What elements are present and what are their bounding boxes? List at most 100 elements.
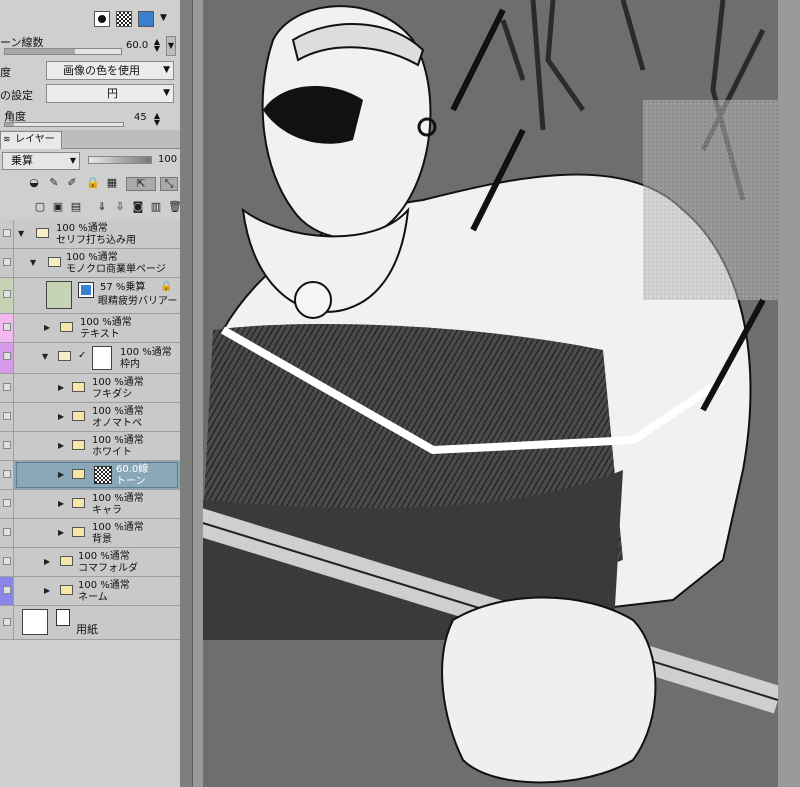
merge-down-icon[interactable]: ⇩ bbox=[114, 201, 126, 213]
mask-add-icon[interactable]: ◙ bbox=[132, 201, 144, 213]
layer-name: ホワイト bbox=[92, 447, 132, 458]
layer-thumbnail bbox=[46, 281, 72, 309]
layer-list: ▼ 100 %通常 セリフ打ち込み用 ▼ 100 %通常 モノクロ商業単ページ … bbox=[0, 220, 180, 640]
layer-row[interactable]: ▼ 100 %通常 セリフ打ち込み用 bbox=[0, 220, 180, 249]
chevron-down-icon: ▼ bbox=[69, 156, 76, 165]
blend-mode-select[interactable]: 乗算 ▼ bbox=[2, 152, 80, 170]
folder-icon bbox=[72, 498, 85, 508]
visibility-toggle[interactable] bbox=[0, 461, 14, 489]
layer-name: ネーム bbox=[78, 592, 108, 603]
angle-value[interactable]: 45 bbox=[134, 112, 147, 123]
draft-icon[interactable]: ✐ bbox=[66, 177, 78, 189]
expand-icon[interactable]: ▶ bbox=[44, 557, 50, 566]
checker-icon[interactable] bbox=[116, 11, 132, 27]
layer-row[interactable]: ▶ 60.0線 トーン bbox=[0, 461, 180, 490]
color-square-icon[interactable] bbox=[138, 11, 154, 27]
layer-row[interactable]: ▼ ✓ 100 %通常 枠内 bbox=[0, 343, 180, 374]
trash-icon[interactable]: 🗑 bbox=[168, 201, 182, 213]
tab-layer[interactable]: ≋ レイヤー bbox=[0, 131, 62, 149]
density-select[interactable]: 画像の色を使用 ▼ bbox=[46, 61, 174, 80]
visibility-toggle[interactable] bbox=[0, 220, 14, 248]
expand-icon[interactable]: ▶ bbox=[44, 323, 50, 332]
visibility-toggle[interactable] bbox=[0, 278, 14, 313]
visibility-toggle[interactable] bbox=[0, 343, 14, 373]
layer-mode: 100 %通常 bbox=[92, 522, 144, 533]
layer-mode: 100 %通常 bbox=[120, 347, 172, 358]
layer-thumbnail bbox=[22, 609, 48, 635]
lock-transparency-icon[interactable]: ▦ bbox=[106, 177, 118, 189]
mask-apply-icon[interactable]: ▥ bbox=[150, 201, 162, 213]
expand-icon[interactable]: ▶ bbox=[58, 412, 64, 421]
stepper-icon[interactable]: ▲ ▼ bbox=[154, 38, 160, 53]
folder-icon bbox=[60, 322, 73, 332]
visibility-toggle[interactable] bbox=[0, 577, 14, 605]
expand-icon[interactable]: ▶ bbox=[58, 470, 64, 479]
folder-icon bbox=[72, 382, 85, 392]
layer-row[interactable]: 用紙 bbox=[0, 606, 180, 640]
layer-name: 背景 bbox=[92, 534, 112, 545]
layer-action-toolbar: ▢ ▣ ▤ ⇓ ⇩ ◙ ▥ 🗑 bbox=[0, 196, 182, 218]
layer-row[interactable]: ▶ 100 %通常 テキスト bbox=[0, 314, 180, 343]
expand-icon[interactable]: ▶ bbox=[58, 528, 64, 537]
visibility-toggle[interactable] bbox=[0, 314, 14, 342]
visibility-toggle[interactable] bbox=[0, 249, 14, 277]
layer-name: キャラ bbox=[92, 505, 122, 516]
chevron-down-icon[interactable]: ▼ bbox=[166, 36, 176, 56]
opacity-slider[interactable] bbox=[88, 156, 152, 164]
layer-name: セリフ打ち込み用 bbox=[56, 235, 136, 246]
new-vector-layer-icon[interactable]: ▣ bbox=[52, 201, 64, 213]
layer-row[interactable]: ▶ 100 %通常 ネーム bbox=[0, 577, 180, 606]
tone-density-slider[interactable] bbox=[4, 48, 122, 55]
density-label: 度 bbox=[0, 66, 11, 79]
new-folder-icon[interactable]: ▤ bbox=[70, 201, 82, 213]
lock-icon[interactable]: 🔒 bbox=[86, 177, 100, 189]
visibility-toggle[interactable] bbox=[0, 432, 14, 460]
visibility-toggle[interactable] bbox=[0, 403, 14, 431]
visibility-toggle[interactable] bbox=[0, 548, 14, 576]
expand-icon[interactable]: ▶ bbox=[44, 586, 50, 595]
collapse-icon[interactable]: ▼ bbox=[18, 229, 24, 238]
collapse-icon[interactable]: ▼ bbox=[42, 352, 48, 361]
dot-icon[interactable] bbox=[94, 11, 110, 27]
opacity-value[interactable]: 100 bbox=[158, 154, 177, 165]
ruler-icon[interactable]: ⤡ bbox=[160, 177, 178, 191]
transfer-down-icon[interactable]: ⇓ bbox=[96, 201, 108, 213]
visibility-toggle[interactable] bbox=[0, 490, 14, 518]
stepper-icon[interactable]: ▲ ▼ bbox=[154, 112, 160, 127]
clip-icon[interactable]: ⇱ bbox=[126, 177, 156, 191]
layer-row[interactable]: ▼ 100 %通常 モノクロ商業単ページ bbox=[0, 249, 180, 278]
layer-row[interactable]: ▶ 100 %通常 コマフォルダ bbox=[0, 548, 180, 577]
layer-row[interactable]: ▶ 100 %通常 キャラ bbox=[0, 490, 180, 519]
visibility-toggle[interactable] bbox=[0, 374, 14, 402]
chevron-down-icon[interactable]: ▼ bbox=[160, 13, 167, 23]
reference-icon[interactable]: ✎ bbox=[48, 177, 60, 189]
layer-mode: 100 %通常 bbox=[80, 317, 132, 328]
folder-icon bbox=[60, 585, 73, 595]
visibility-toggle[interactable] bbox=[0, 519, 14, 547]
mask-icon[interactable]: ◒ bbox=[28, 177, 40, 189]
tab-layer-label: レイヤー bbox=[15, 134, 55, 145]
layer-row[interactable]: ▶ 100 %通常 ホワイト bbox=[0, 432, 180, 461]
layer-name: トーン bbox=[116, 476, 146, 487]
layer-row[interactable]: 57 %乗算 眼精疲労バリアー 🔒 bbox=[0, 278, 180, 314]
expand-icon[interactable]: ▶ bbox=[58, 383, 64, 392]
folder-icon bbox=[72, 527, 85, 537]
angle-slider[interactable] bbox=[4, 122, 124, 127]
layer-row[interactable]: ▶ 100 %通常 オノマトペ bbox=[0, 403, 180, 432]
expand-icon[interactable]: ▶ bbox=[58, 499, 64, 508]
folder-icon bbox=[60, 556, 73, 566]
density-row: 度 画像の色を使用 ▼ bbox=[0, 60, 180, 82]
expand-icon[interactable]: ▶ bbox=[58, 441, 64, 450]
layer-name: フキダシ bbox=[92, 389, 133, 400]
canvas-area[interactable] bbox=[193, 0, 800, 787]
tone-density-value[interactable]: 60.0 bbox=[126, 40, 148, 51]
visibility-toggle[interactable] bbox=[0, 606, 14, 639]
layer-panel-scrollbar[interactable] bbox=[180, 0, 192, 787]
layer-row[interactable]: ▶ 100 %通常 背景 bbox=[0, 519, 180, 548]
chevron-down-icon: ▼ bbox=[163, 65, 170, 75]
layer-row[interactable]: ▶ 100 %通常 フキダシ bbox=[0, 374, 180, 403]
new-raster-layer-icon[interactable]: ▢ bbox=[34, 201, 46, 213]
collapse-icon[interactable]: ▼ bbox=[30, 258, 36, 267]
shape-select[interactable]: 円 ▼ bbox=[46, 84, 174, 103]
layer-mode: 57 %乗算 bbox=[100, 282, 146, 293]
